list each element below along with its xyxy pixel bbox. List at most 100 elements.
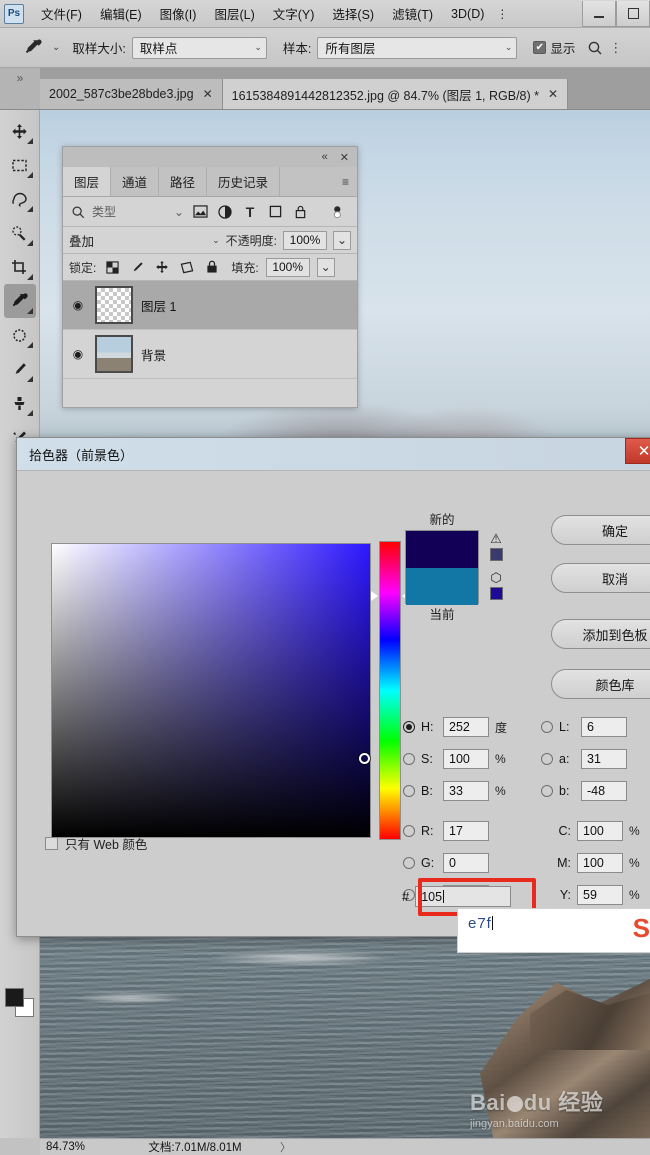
blend-mode-select[interactable]: 叠加 ⌄ <box>69 231 220 250</box>
maximize-button[interactable] <box>616 0 650 27</box>
radio-saturation[interactable] <box>403 753 415 765</box>
hue-slider-handle-left[interactable] <box>371 591 378 601</box>
sample-size-select[interactable]: 取样点 ⌄ <box>131 36 267 59</box>
move-tool[interactable] <box>4 114 36 148</box>
opacity-stepper-icon[interactable]: ⌄ <box>333 230 351 250</box>
menu-select[interactable]: 选择(S) <box>323 0 383 27</box>
field-red[interactable]: R: 17 <box>403 821 489 841</box>
field-yellow[interactable]: Y: 59 % <box>553 885 640 905</box>
type-filter-icon[interactable]: T <box>241 203 259 221</box>
menu-3d[interactable]: 3D(D) <box>442 3 493 25</box>
opacity-value[interactable]: 100% <box>283 230 327 250</box>
close-icon[interactable]: ✕ <box>625 438 650 464</box>
radio-lab-b[interactable] <box>541 785 553 797</box>
collapse-icon[interactable]: « <box>322 151 328 163</box>
cyan-input[interactable]: 100 <box>577 821 623 841</box>
crop-tool[interactable] <box>4 250 36 284</box>
eyedropper-tool[interactable] <box>3 284 36 318</box>
yellow-input[interactable]: 59 <box>577 885 623 905</box>
menu-filter[interactable]: 滤镜(T) <box>383 0 442 27</box>
hex-field-row[interactable]: # 105 <box>402 886 512 907</box>
filter-kind-select[interactable]: 类型 ⌄ <box>92 203 184 220</box>
tab-scroll-arrows[interactable]: » <box>0 68 40 109</box>
document-tab-2[interactable]: 1615384891442812352.jpg @ 84.7% (图层 1, R… <box>222 79 569 109</box>
web-safe-chip[interactable] <box>489 587 503 600</box>
sample-select[interactable]: 所有图层 ⌄ <box>317 36 518 59</box>
layer-row-1[interactable]: ◉ 图层 1 <box>63 281 357 330</box>
field-saturation[interactable]: S: 100 % <box>403 749 506 769</box>
layer-row-2[interactable]: ◉ 背景 <box>63 330 357 379</box>
tab-paths[interactable]: 路径 <box>159 167 208 196</box>
new-color-swatch[interactable] <box>406 531 478 568</box>
radio-hue[interactable] <box>403 721 415 733</box>
cancel-button[interactable]: 取消 <box>551 563 650 593</box>
menu-file[interactable]: 文件(F) <box>32 0 91 27</box>
menu-overflow-icon[interactable]: ⋮ <box>493 3 511 25</box>
saturation-value-field[interactable] <box>51 543 371 838</box>
field-lab-a[interactable]: a: 31 <box>541 749 627 769</box>
green-input[interactable]: 0 <box>443 853 489 873</box>
tab-history[interactable]: 历史记录 <box>207 167 281 196</box>
field-cyan[interactable]: C: 100 % <box>553 821 640 841</box>
search-icon[interactable] <box>587 40 603 56</box>
shape-filter-icon[interactable] <box>266 203 284 221</box>
radio-brightness[interactable] <box>403 785 415 797</box>
color-libraries-button[interactable]: 颜色库 <box>551 669 650 699</box>
show-sampling-ring-checkbox[interactable]: ✔ 显示 <box>533 38 575 57</box>
close-icon[interactable]: ✕ <box>340 151 349 164</box>
field-lab-b[interactable]: b: -48 <box>541 781 627 801</box>
web-colors-only-checkbox[interactable]: 只有 Web 颜色 <box>45 834 147 853</box>
panel-menu-icon[interactable]: ≡ <box>334 167 357 196</box>
web-safe-warning-icon[interactable]: ⬡ <box>487 570 505 586</box>
magenta-input[interactable]: 100 <box>577 853 623 873</box>
lock-all-icon[interactable] <box>203 258 221 276</box>
lock-artboard-icon[interactable] <box>178 258 196 276</box>
layer-visibility-icon-1[interactable]: ◉ <box>69 298 87 312</box>
smart-object-filter-icon[interactable] <box>291 203 309 221</box>
menu-edit[interactable]: 编辑(E) <box>91 0 151 27</box>
menu-layer[interactable]: 图层(L) <box>205 0 263 27</box>
red-input[interactable]: 17 <box>443 821 489 841</box>
lab-b-input[interactable]: -48 <box>581 781 627 801</box>
lab-a-input[interactable]: 31 <box>581 749 627 769</box>
healing-brush-tool[interactable] <box>4 318 36 352</box>
close-icon[interactable]: ✕ <box>203 87 213 101</box>
brightness-input[interactable]: 33 <box>443 781 489 801</box>
eyedropper-icon[interactable] <box>20 35 46 61</box>
radio-lab-a[interactable] <box>541 753 553 765</box>
minimize-button[interactable] <box>582 0 616 27</box>
lasso-tool[interactable] <box>4 182 36 216</box>
rectangular-marquee-tool[interactable] <box>4 148 36 182</box>
foreground-background-color-swatches[interactable] <box>4 988 35 1018</box>
clone-stamp-tool[interactable] <box>4 386 36 420</box>
close-icon-2[interactable]: ✕ <box>548 87 558 101</box>
radio-red[interactable] <box>403 825 415 837</box>
field-hue[interactable]: H: 252 度 <box>403 717 507 737</box>
search-icon[interactable] <box>71 205 85 219</box>
gamut-warning-chip[interactable] <box>489 548 503 561</box>
radio-green[interactable] <box>403 857 415 869</box>
hex-input[interactable]: 105 <box>415 886 512 907</box>
lock-transparency-icon[interactable] <box>103 258 121 276</box>
quick-selection-tool[interactable] <box>4 216 36 250</box>
current-color-swatch[interactable] <box>406 568 478 605</box>
ok-button[interactable]: 确定 <box>551 515 650 545</box>
foreground-color-swatch[interactable] <box>4 988 24 1007</box>
field-green[interactable]: G: 0 <box>403 853 489 873</box>
lightness-input[interactable]: 6 <box>581 717 627 737</box>
color-swatch-stack[interactable] <box>405 530 479 605</box>
lock-position-icon[interactable] <box>153 258 171 276</box>
menu-type[interactable]: 文字(Y) <box>264 0 324 27</box>
fill-stepper-icon[interactable]: ⌄ <box>316 257 335 277</box>
hue-input[interactable]: 252 <box>443 717 489 737</box>
field-magenta[interactable]: M: 100 % <box>553 853 640 873</box>
layer-visibility-icon-2[interactable]: ◉ <box>69 347 87 361</box>
saturation-input[interactable]: 100 <box>443 749 489 769</box>
ime-candidate-popup[interactable]: e7f S <box>457 908 650 953</box>
fill-value[interactable]: 100% <box>265 257 310 277</box>
lock-image-icon[interactable] <box>128 258 146 276</box>
tool-preset-caret[interactable]: ⌄ <box>52 42 60 53</box>
filter-toggle-icon[interactable] <box>331 205 349 219</box>
options-overflow-icon[interactable]: ⋮ <box>609 40 622 56</box>
document-tab-1[interactable]: 2002_587c3be28bde3.jpg ✕ <box>40 79 223 109</box>
